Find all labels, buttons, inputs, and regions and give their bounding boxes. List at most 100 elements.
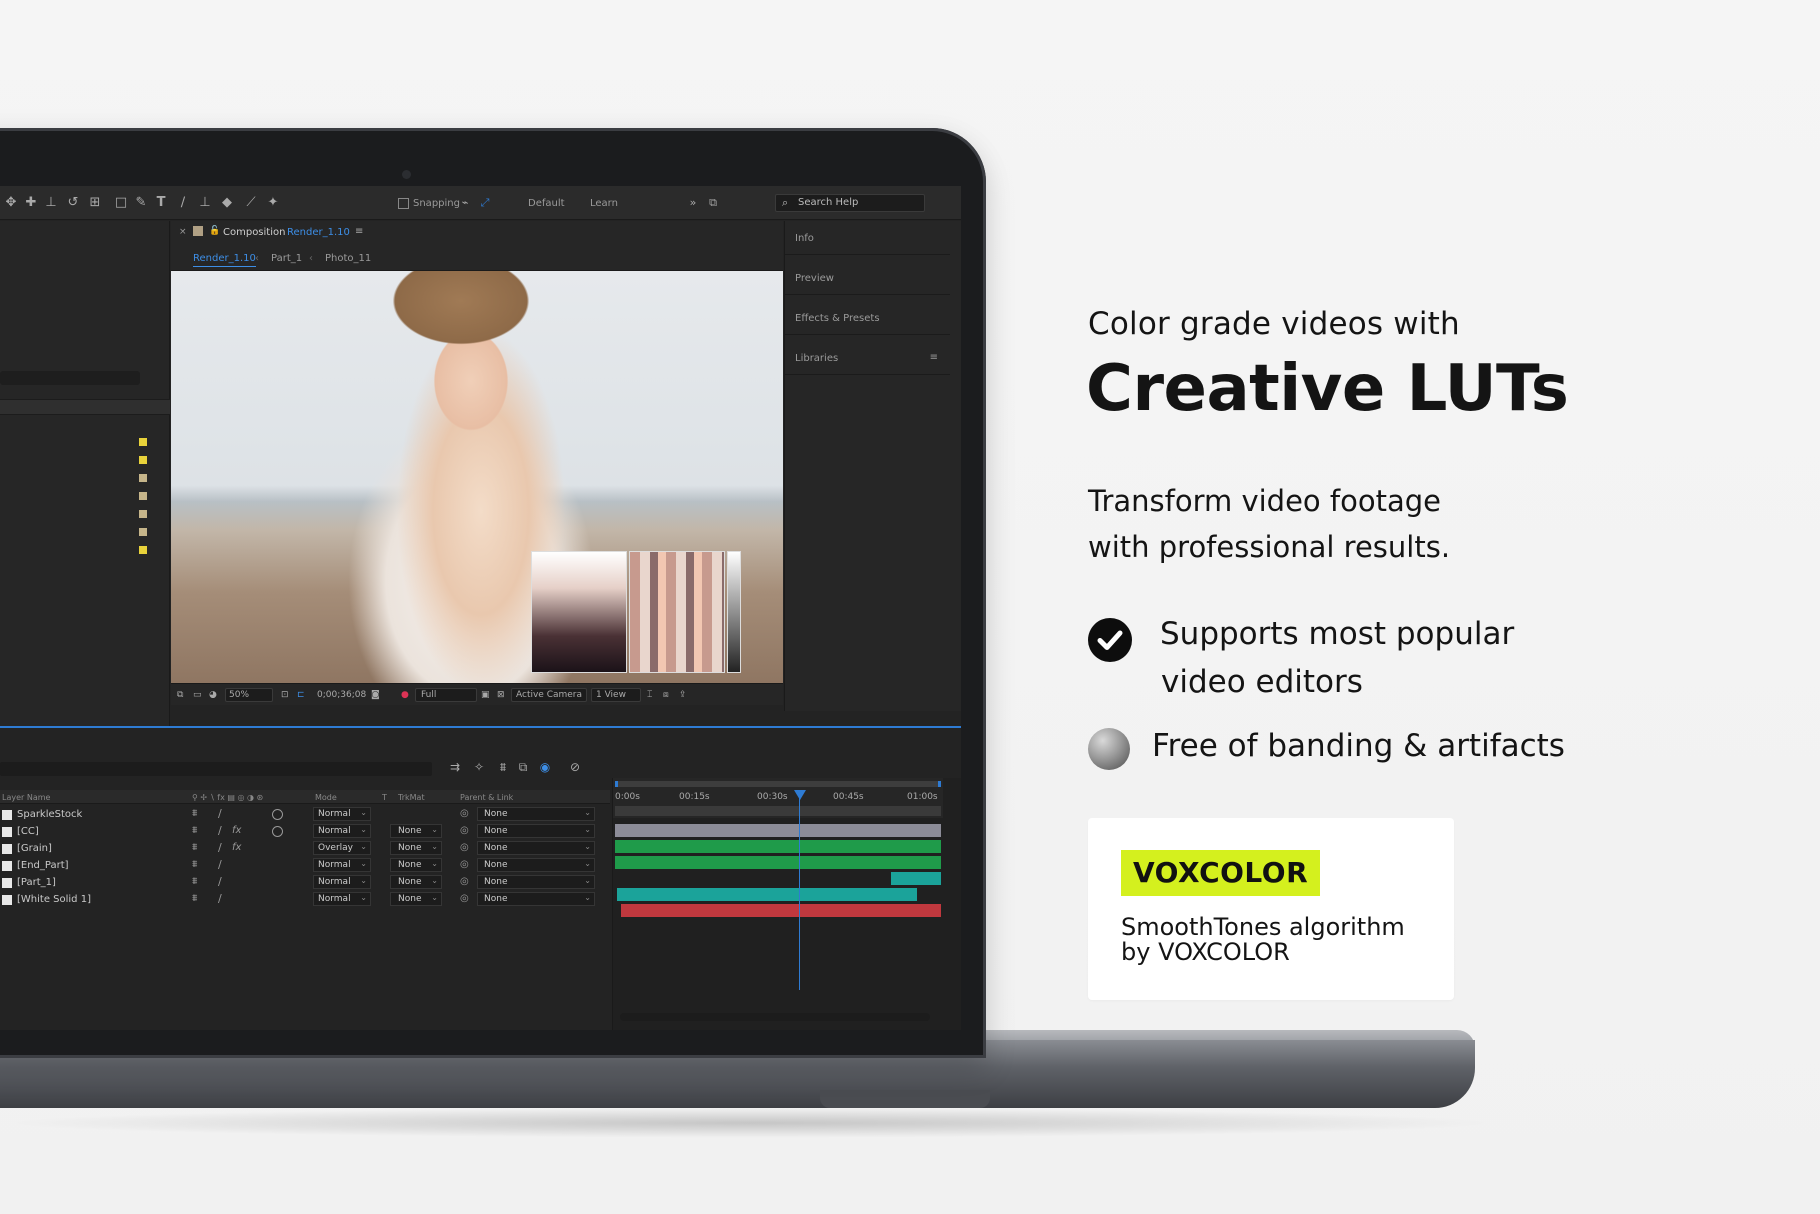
track-bar-cc[interactable]: [615, 840, 941, 853]
pick-whip-icon[interactable]: ◎: [460, 808, 469, 819]
composition-viewer[interactable]: [171, 271, 783, 683]
layer-row[interactable]: [End_Part] ⩩ ∕ Normal ⌄ None ⌄ ◎ None ⌄: [0, 857, 610, 874]
motion-blur-icon[interactable]: ◉: [538, 760, 552, 774]
playhead-handle[interactable]: [794, 790, 806, 800]
track-bar-sparklestock[interactable]: [615, 824, 941, 837]
label-swatch[interactable]: [139, 546, 147, 554]
mask-icon[interactable]: ◕: [209, 690, 217, 700]
eraser-tool-icon[interactable]: ◆: [220, 196, 234, 210]
snap-icon[interactable]: ⌁: [458, 196, 472, 210]
shy-switch-icon[interactable]: ⩩: [192, 859, 197, 870]
parent-select[interactable]: None ⌄: [477, 892, 595, 906]
quality-switch-icon[interactable]: ∕: [218, 875, 222, 888]
quality-switch-icon[interactable]: ∕: [218, 807, 222, 820]
quality-switch-icon[interactable]: ∕: [218, 892, 222, 905]
label-swatch[interactable]: [139, 474, 147, 482]
label-swatch[interactable]: [139, 510, 147, 518]
layer-name[interactable]: [Part_1]: [17, 877, 56, 888]
shy-switch-icon[interactable]: ⩩: [192, 876, 197, 887]
layer-name[interactable]: SparkleStock: [17, 809, 82, 820]
label-swatch[interactable]: [139, 456, 147, 464]
shy-switch-icon[interactable]: ⩩: [192, 825, 197, 836]
layer-row[interactable]: [White Solid 1] ⩩ ∕ Normal ⌄ None ⌄ ◎ None ⌄: [0, 891, 610, 908]
workspace-default[interactable]: Default: [528, 198, 565, 209]
layer-row[interactable]: SparkleStock ⩩ ∕ Normal ⌄ ◎ None ⌄: [0, 806, 610, 823]
breadcrumb-part[interactable]: Part_1: [271, 253, 302, 264]
snapshot-icon[interactable]: ◙: [371, 690, 380, 700]
always-preview-icon[interactable]: ⧉: [177, 690, 183, 700]
label-swatch[interactable]: [139, 492, 147, 500]
trkmat-select[interactable]: None ⌄: [390, 858, 442, 872]
rectangle-tool-icon[interactable]: □: [114, 196, 128, 210]
stamp-tool-icon[interactable]: ⊥: [198, 196, 212, 210]
quality-switch-icon[interactable]: ∕: [218, 841, 222, 854]
parent-select[interactable]: None ⌄: [477, 875, 595, 889]
3d-icon[interactable]: ⧈: [663, 690, 669, 700]
parent-select[interactable]: None ⌄: [477, 824, 595, 838]
layer-visibility-swatch[interactable]: [2, 844, 12, 854]
label-swatch[interactable]: [139, 528, 147, 536]
panel-libraries[interactable]: Libraries ≡: [785, 341, 950, 375]
brush-tool-icon[interactable]: ∕: [176, 196, 190, 210]
layer-name[interactable]: [Grain]: [17, 843, 52, 854]
graph-editor-icon[interactable]: ⊘: [568, 760, 582, 774]
move-tool-icon[interactable]: ⊥: [44, 196, 58, 210]
timeline-zoom-slider[interactable]: [620, 1013, 930, 1021]
pen-tool-icon[interactable]: ✎: [134, 196, 148, 210]
camera-tool-icon[interactable]: ⊞: [88, 196, 102, 210]
region-icon[interactable]: ⊏: [297, 690, 305, 700]
panel-menu-icon[interactable]: ≡: [355, 226, 363, 237]
track-bar-part-1[interactable]: [617, 888, 917, 901]
shy-switch-icon[interactable]: ⩩: [192, 842, 197, 853]
frame-blend-icon[interactable]: ⧉: [516, 760, 530, 774]
blend-mode-select[interactable]: Overlay ⌄: [313, 841, 371, 855]
search-help-input[interactable]: ⌕ Search Help: [775, 194, 925, 212]
shy-switch-icon[interactable]: ⩩: [192, 893, 197, 904]
layer-name[interactable]: [White Solid 1]: [17, 894, 91, 905]
rotate-tool-icon[interactable]: ↺: [66, 196, 80, 210]
pin-tool-icon[interactable]: ✦: [266, 196, 280, 210]
comp-flowchart-icon[interactable]: ⇉: [448, 760, 462, 774]
fx-switch-icon[interactable]: fx: [232, 825, 241, 836]
pick-whip-icon[interactable]: ◎: [460, 859, 469, 870]
snapping-checkbox[interactable]: [398, 198, 409, 209]
label-swatch[interactable]: [139, 438, 147, 446]
adjustment-layer-icon[interactable]: [272, 826, 283, 837]
time-navigator[interactable]: [615, 781, 941, 787]
sync-icon[interactable]: ⧉: [706, 196, 720, 210]
draft-3d-icon[interactable]: ✧: [472, 760, 486, 774]
layer-visibility-swatch[interactable]: [2, 810, 12, 820]
fit-icon[interactable]: ⊡: [281, 690, 289, 700]
roi-icon[interactable]: ▣: [481, 690, 490, 700]
close-tab-icon[interactable]: ×: [179, 227, 187, 237]
layer-name[interactable]: [End_Part]: [17, 860, 69, 871]
transparency-icon[interactable]: ⊠: [497, 690, 505, 700]
panel-info[interactable]: Info: [785, 221, 950, 255]
libraries-menu-icon[interactable]: ≡: [930, 352, 938, 363]
composition-name[interactable]: Render_1.10: [287, 227, 350, 238]
pick-whip-icon[interactable]: ◎: [460, 842, 469, 853]
time-ruler[interactable]: 0:00s 00:15s 00:30s 00:45s 01:00s: [613, 778, 943, 818]
zoom-tool-icon[interactable]: ✚: [24, 196, 38, 210]
shy-switch-icon[interactable]: ⩩: [192, 808, 197, 819]
blend-mode-select[interactable]: Normal ⌄: [313, 824, 371, 838]
timeline-tracks[interactable]: 0:00s 00:15s 00:30s 00:45s 01:00s: [612, 778, 961, 1030]
lock-icon[interactable]: 🔓: [209, 226, 220, 236]
parent-select[interactable]: None ⌄: [477, 841, 595, 855]
layer-visibility-swatch[interactable]: [2, 861, 12, 871]
workspace-learn[interactable]: Learn: [590, 198, 618, 209]
work-area-bar[interactable]: [615, 806, 941, 816]
shy-icon[interactable]: ⩩: [496, 760, 510, 774]
trkmat-select[interactable]: None ⌄: [390, 892, 442, 906]
track-bar-end-part[interactable]: [891, 872, 941, 885]
share-icon[interactable]: ⇪: [679, 690, 687, 700]
trkmat-select[interactable]: None ⌄: [390, 824, 442, 838]
panel-preview[interactable]: Preview: [785, 261, 950, 295]
grid-icon[interactable]: ⌶: [647, 690, 652, 700]
blend-mode-select[interactable]: Normal ⌄: [313, 892, 371, 906]
fx-switch-icon[interactable]: fx: [232, 842, 241, 853]
trkmat-select[interactable]: None ⌄: [390, 841, 442, 855]
breadcrumb-render[interactable]: Render_1.10: [193, 253, 256, 267]
pick-whip-icon[interactable]: ◎: [460, 825, 469, 836]
parent-select[interactable]: None ⌄: [477, 858, 595, 872]
